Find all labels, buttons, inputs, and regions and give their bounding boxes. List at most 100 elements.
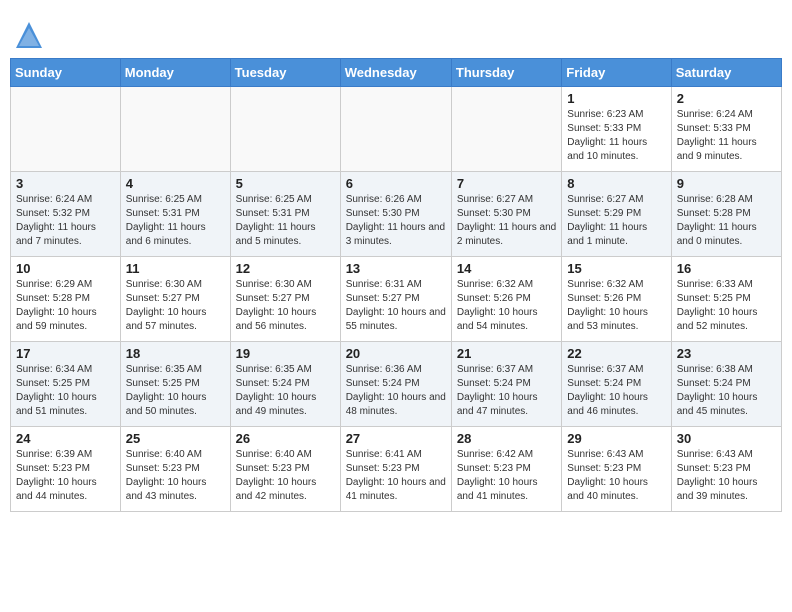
calendar-cell: 23 Sunrise: 6:38 AM Sunset: 5:24 PM Dayli… bbox=[671, 342, 781, 427]
day-number: 29 bbox=[567, 431, 665, 446]
day-number: 6 bbox=[346, 176, 446, 191]
calendar-header-thursday: Thursday bbox=[451, 59, 561, 87]
calendar-cell: 8Sunrise: 6:27 AM Sunset: 5:29 PM Daylig… bbox=[562, 172, 671, 257]
day-number: 27 bbox=[346, 431, 446, 446]
day-number: 8 bbox=[567, 176, 665, 191]
day-info: Sunrise: 6:42 AM Sunset: 5:23 PM Dayligh… bbox=[457, 448, 556, 504]
day-info: Sunrise: 6:35 AM Sunset: 5:24 PM Dayligh… bbox=[236, 363, 335, 419]
calendar-cell bbox=[340, 87, 451, 172]
calendar-cell: 25Sunrise: 6:40 AM Sunset: 5:23 PM Dayli… bbox=[120, 427, 230, 512]
day-number: 15 bbox=[567, 261, 665, 276]
day-info: Sunrise: 6:30 AM Sunset: 5:27 PM Dayligh… bbox=[236, 278, 335, 334]
day-number: 28 bbox=[457, 431, 556, 446]
day-number: 22 bbox=[567, 346, 665, 361]
calendar-cell bbox=[230, 87, 340, 172]
calendar-cell: 12 Sunrise: 6:30 AM Sunset: 5:27 PM Dayli… bbox=[230, 257, 340, 342]
day-info: Sunrise: 6:38 AM Sunset: 5:24 PM Dayligh… bbox=[677, 363, 776, 419]
day-number: 20 bbox=[346, 346, 446, 361]
day-info: Sunrise: 6:34 AM Sunset: 5:25 PM Dayligh… bbox=[16, 363, 115, 419]
calendar-cell: 1 Sunrise: 6:23 AM Sunset: 5:33 PM Daylig… bbox=[562, 87, 671, 172]
day-info: Sunrise: 6:40 AM Sunset: 5:23 PM Dayligh… bbox=[126, 448, 225, 504]
day-number: 7 bbox=[457, 176, 556, 191]
calendar-cell: 2 Sunrise: 6:24 AM Sunset: 5:33 PM Daylig… bbox=[671, 87, 781, 172]
calendar-cell: 20 Sunrise: 6:36 AM Sunset: 5:24 PM Dayli… bbox=[340, 342, 451, 427]
day-number: 9 bbox=[677, 176, 776, 191]
calendar-cell: 14 Sunrise: 6:32 AM Sunset: 5:26 PM Dayli… bbox=[451, 257, 561, 342]
calendar-cell: 27 Sunrise: 6:41 AM Sunset: 5:23 PM Dayli… bbox=[340, 427, 451, 512]
calendar-cell: 19 Sunrise: 6:35 AM Sunset: 5:24 PM Dayli… bbox=[230, 342, 340, 427]
calendar-cell: 17 Sunrise: 6:34 AM Sunset: 5:25 PM Dayli… bbox=[11, 342, 121, 427]
calendar-week-5: 24 Sunrise: 6:39 AM Sunset: 5:23 PM Dayli… bbox=[11, 427, 782, 512]
calendar-cell: 7 Sunrise: 6:27 AM Sunset: 5:30 PM Daylig… bbox=[451, 172, 561, 257]
day-number: 17 bbox=[16, 346, 115, 361]
calendar-cell: 22 Sunrise: 6:37 AM Sunset: 5:24 PM Dayli… bbox=[562, 342, 671, 427]
calendar-week-2: 3 Sunrise: 6:24 AM Sunset: 5:32 PM Daylig… bbox=[11, 172, 782, 257]
calendar-cell: 15 Sunrise: 6:32 AM Sunset: 5:26 PM Dayli… bbox=[562, 257, 671, 342]
calendar-cell: 30Sunrise: 6:43 AM Sunset: 5:23 PM Dayli… bbox=[671, 427, 781, 512]
day-number: 1 bbox=[567, 91, 665, 106]
calendar-cell: 21 Sunrise: 6:37 AM Sunset: 5:24 PM Dayli… bbox=[451, 342, 561, 427]
day-info: Sunrise: 6:30 AM Sunset: 5:27 PM Dayligh… bbox=[126, 278, 225, 334]
day-number: 11 bbox=[126, 261, 225, 276]
calendar-cell bbox=[11, 87, 121, 172]
day-number: 12 bbox=[236, 261, 335, 276]
calendar-week-4: 17 Sunrise: 6:34 AM Sunset: 5:25 PM Dayli… bbox=[11, 342, 782, 427]
day-info: Sunrise: 6:23 AM Sunset: 5:33 PM Dayligh… bbox=[567, 108, 665, 164]
calendar-header-tuesday: Tuesday bbox=[230, 59, 340, 87]
day-number: 4 bbox=[126, 176, 225, 191]
calendar-cell: 26Sunrise: 6:40 AM Sunset: 5:23 PM Dayli… bbox=[230, 427, 340, 512]
day-number: 13 bbox=[346, 261, 446, 276]
calendar-cell: 11 Sunrise: 6:30 AM Sunset: 5:27 PM Dayli… bbox=[120, 257, 230, 342]
calendar-cell: 9 Sunrise: 6:28 AM Sunset: 5:28 PM Daylig… bbox=[671, 172, 781, 257]
day-info: Sunrise: 6:37 AM Sunset: 5:24 PM Dayligh… bbox=[567, 363, 665, 419]
day-info: Sunrise: 6:31 AM Sunset: 5:27 PM Dayligh… bbox=[346, 278, 446, 334]
day-info: Sunrise: 6:32 AM Sunset: 5:26 PM Dayligh… bbox=[567, 278, 665, 334]
calendar-cell bbox=[120, 87, 230, 172]
calendar-header-monday: Monday bbox=[120, 59, 230, 87]
calendar-cell: 24 Sunrise: 6:39 AM Sunset: 5:23 PM Dayli… bbox=[11, 427, 121, 512]
calendar-cell: 13 Sunrise: 6:31 AM Sunset: 5:27 PM Dayli… bbox=[340, 257, 451, 342]
day-number: 10 bbox=[16, 261, 115, 276]
day-number: 16 bbox=[677, 261, 776, 276]
calendar-cell: 16Sunrise: 6:33 AM Sunset: 5:25 PM Dayli… bbox=[671, 257, 781, 342]
day-number: 5 bbox=[236, 176, 335, 191]
day-info: Sunrise: 6:27 AM Sunset: 5:30 PM Dayligh… bbox=[457, 193, 556, 249]
day-info: Sunrise: 6:43 AM Sunset: 5:23 PM Dayligh… bbox=[567, 448, 665, 504]
calendar-cell: 18Sunrise: 6:35 AM Sunset: 5:25 PM Dayli… bbox=[120, 342, 230, 427]
day-info: Sunrise: 6:35 AM Sunset: 5:25 PM Dayligh… bbox=[126, 363, 225, 419]
calendar-cell: 10 Sunrise: 6:29 AM Sunset: 5:28 PM Dayli… bbox=[11, 257, 121, 342]
day-info: Sunrise: 6:25 AM Sunset: 5:31 PM Dayligh… bbox=[236, 193, 335, 249]
day-info: Sunrise: 6:32 AM Sunset: 5:26 PM Dayligh… bbox=[457, 278, 556, 334]
day-info: Sunrise: 6:26 AM Sunset: 5:30 PM Dayligh… bbox=[346, 193, 446, 249]
calendar-header-row: SundayMondayTuesdayWednesdayThursdayFrid… bbox=[11, 59, 782, 87]
calendar-cell: 6 Sunrise: 6:26 AM Sunset: 5:30 PM Daylig… bbox=[340, 172, 451, 257]
day-info: Sunrise: 6:43 AM Sunset: 5:23 PM Dayligh… bbox=[677, 448, 776, 504]
day-number: 23 bbox=[677, 346, 776, 361]
calendar-cell: 5 Sunrise: 6:25 AM Sunset: 5:31 PM Daylig… bbox=[230, 172, 340, 257]
calendar-header-saturday: Saturday bbox=[671, 59, 781, 87]
calendar-week-3: 10 Sunrise: 6:29 AM Sunset: 5:28 PM Dayli… bbox=[11, 257, 782, 342]
day-info: Sunrise: 6:25 AM Sunset: 5:31 PM Dayligh… bbox=[126, 193, 225, 249]
calendar-cell: 28 Sunrise: 6:42 AM Sunset: 5:23 PM Dayli… bbox=[451, 427, 561, 512]
day-number: 26 bbox=[236, 431, 335, 446]
day-info: Sunrise: 6:37 AM Sunset: 5:24 PM Dayligh… bbox=[457, 363, 556, 419]
day-info: Sunrise: 6:41 AM Sunset: 5:23 PM Dayligh… bbox=[346, 448, 446, 504]
logo-icon bbox=[14, 20, 44, 50]
calendar-header-wednesday: Wednesday bbox=[340, 59, 451, 87]
day-number: 21 bbox=[457, 346, 556, 361]
day-number: 3 bbox=[16, 176, 115, 191]
calendar-cell: 29 Sunrise: 6:43 AM Sunset: 5:23 PM Dayli… bbox=[562, 427, 671, 512]
day-info: Sunrise: 6:29 AM Sunset: 5:28 PM Dayligh… bbox=[16, 278, 115, 334]
calendar-cell: 3 Sunrise: 6:24 AM Sunset: 5:32 PM Daylig… bbox=[11, 172, 121, 257]
day-number: 19 bbox=[236, 346, 335, 361]
day-number: 2 bbox=[677, 91, 776, 106]
logo bbox=[14, 20, 48, 50]
day-info: Sunrise: 6:39 AM Sunset: 5:23 PM Dayligh… bbox=[16, 448, 115, 504]
day-number: 14 bbox=[457, 261, 556, 276]
day-info: Sunrise: 6:28 AM Sunset: 5:28 PM Dayligh… bbox=[677, 193, 776, 249]
day-info: Sunrise: 6:24 AM Sunset: 5:33 PM Dayligh… bbox=[677, 108, 776, 164]
day-info: Sunrise: 6:24 AM Sunset: 5:32 PM Dayligh… bbox=[16, 193, 115, 249]
day-number: 24 bbox=[16, 431, 115, 446]
calendar: SundayMondayTuesdayWednesdayThursdayFrid… bbox=[10, 58, 782, 512]
day-info: Sunrise: 6:36 AM Sunset: 5:24 PM Dayligh… bbox=[346, 363, 446, 419]
